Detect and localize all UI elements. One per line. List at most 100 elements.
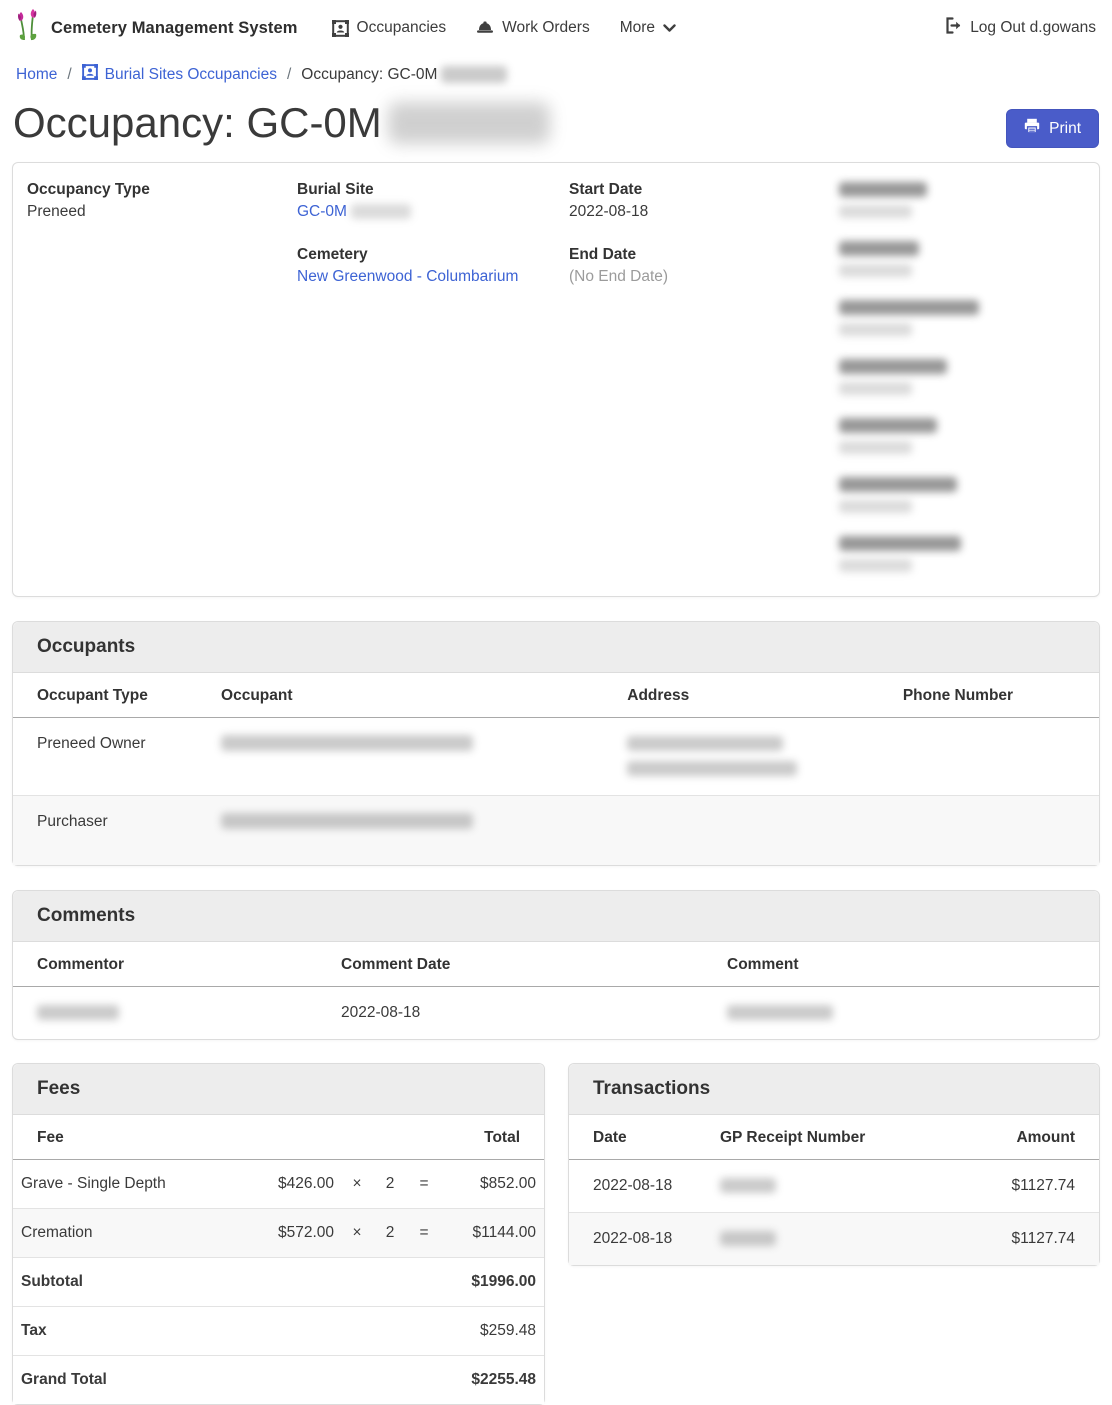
redacted-field	[839, 533, 1085, 577]
redacted-field	[839, 415, 1085, 459]
col-occupant: Occupant	[213, 673, 619, 718]
redacted-text	[720, 1178, 776, 1193]
occupant-cell	[213, 717, 619, 795]
hard-hat-icon	[476, 20, 494, 36]
col-comment: Comment	[719, 942, 1099, 987]
breadcrumb: Home / Burial Sites Occupancies / Occupa…	[0, 56, 1112, 95]
page-title: Occupancy: GC-0M	[13, 97, 550, 150]
redacted-field	[839, 179, 1085, 223]
nav-item-label: More	[620, 19, 655, 37]
col-comment-date: Comment Date	[333, 942, 719, 987]
occupant-type-cell: Preneed Owner	[13, 717, 213, 795]
fee-equals-cell: =	[408, 1208, 440, 1257]
nav-item-work-orders[interactable]: Work Orders	[476, 19, 590, 37]
logout-label: Log Out d.gowans	[970, 19, 1096, 37]
fee-times-cell: ×	[342, 1159, 372, 1208]
field-value: 2022-08-18	[569, 201, 839, 223]
fee-equals-cell: =	[408, 1159, 440, 1208]
grand-total-value: $2255.48	[440, 1355, 544, 1404]
comments-table: Commentor Comment Date Comment 2022-08-1…	[13, 942, 1099, 1039]
logout-icon	[945, 17, 962, 39]
fee-name-cell: Grave - Single Depth	[13, 1159, 247, 1208]
tax-label: Tax	[13, 1306, 247, 1355]
redacted-label	[839, 241, 919, 256]
grand-total-row: Grand Total $2255.48	[13, 1355, 544, 1404]
comments-card: Comments Commentor Comment Date Comment …	[12, 890, 1100, 1040]
top-navbar: Cemetery Management System Occupancies	[0, 0, 1112, 56]
transactions-header-row: Date GP Receipt Number Amount	[569, 1115, 1099, 1160]
occupants-header-row: Occupant Type Occupant Address Phone Num…	[13, 673, 1099, 718]
bottom-row: Fees Fee Total Grave - Single Depth $426…	[12, 1063, 1100, 1405]
burial-site-link[interactable]: GC-0M	[297, 203, 347, 220]
redacted-text	[221, 813, 473, 829]
redacted-field	[839, 356, 1085, 400]
chevron-down-icon	[663, 24, 676, 33]
fees-section-title: Fees	[13, 1064, 544, 1115]
logout-button[interactable]: Log Out d.gowans	[945, 17, 1096, 39]
redacted-text	[441, 66, 507, 83]
redacted-label	[839, 536, 961, 551]
redacted-field	[839, 474, 1085, 518]
col-amount: Amount	[952, 1115, 1099, 1160]
amount-cell: $1127.74	[952, 1159, 1099, 1212]
col-gp-receipt: GP Receipt Number	[712, 1115, 952, 1160]
address-cell	[619, 717, 895, 795]
field-value: New Greenwood - Columbarium	[297, 266, 569, 288]
redacted-label	[839, 359, 947, 374]
occupancy-details-card: Occupancy Type Preneed Burial Site GC-0M…	[12, 162, 1100, 597]
col-commentor: Commentor	[13, 942, 333, 987]
details-col-4-redacted	[839, 179, 1085, 592]
transactions-table: Date GP Receipt Number Amount 2022-08-18…	[569, 1115, 1099, 1265]
table-row: Preneed Owner	[13, 717, 1099, 795]
breadcrumb-home-link[interactable]: Home	[16, 66, 57, 84]
breadcrumb-occupancies-link[interactable]: Burial Sites Occupancies	[82, 64, 277, 85]
redacted-value	[839, 500, 912, 513]
subtotal-label: Subtotal	[13, 1257, 247, 1306]
transaction-date-cell: 2022-08-18	[569, 1212, 712, 1265]
cemetery-link[interactable]: New Greenwood - Columbarium	[297, 268, 518, 285]
redacted-text	[37, 1005, 119, 1020]
redacted-text	[720, 1231, 776, 1246]
occupants-section-title: Occupants	[13, 622, 1099, 673]
redacted-value	[839, 441, 912, 454]
fee-qty-cell: 2	[372, 1159, 408, 1208]
fee-total-cell: $852.00	[440, 1159, 544, 1208]
field-cemetery: Cemetery New Greenwood - Columbarium	[297, 244, 569, 288]
page-header: Occupancy: GC-0M Print	[0, 95, 1112, 162]
col-fee: Fee	[13, 1115, 247, 1160]
nav-item-more[interactable]: More	[620, 19, 676, 37]
occupants-table: Occupant Type Occupant Address Phone Num…	[13, 673, 1099, 865]
nav-item-label: Occupancies	[357, 19, 447, 37]
redacted-label	[839, 477, 957, 492]
commentor-cell	[13, 986, 333, 1039]
table-row: Purchaser	[13, 795, 1099, 865]
transactions-card: Transactions Date GP Receipt Number Amou…	[568, 1063, 1100, 1266]
col-address: Address	[619, 673, 895, 718]
field-end-date: End Date (No End Date)	[569, 244, 839, 288]
redacted-label	[839, 182, 927, 197]
redacted-value	[839, 323, 912, 336]
occupants-card: Occupants Occupant Type Occupant Address…	[12, 621, 1100, 866]
tax-row: Tax $259.48	[13, 1306, 544, 1355]
details-col-1: Occupancy Type Preneed	[27, 179, 297, 592]
table-row: 2022-08-18 $1127.74	[569, 1212, 1099, 1265]
breadcrumb-current: Occupancy: GC-0M	[301, 66, 507, 84]
redacted-text	[351, 204, 411, 219]
print-button-label: Print	[1049, 120, 1081, 138]
print-button[interactable]: Print	[1006, 109, 1099, 148]
nav-item-occupancies[interactable]: Occupancies	[332, 19, 447, 37]
field-value: (No End Date)	[569, 266, 839, 288]
occupant-type-cell: Purchaser	[13, 795, 213, 865]
breadcrumb-separator: /	[287, 66, 291, 84]
subtotal-value: $1996.00	[440, 1257, 544, 1306]
grand-total-label: Grand Total	[13, 1355, 247, 1404]
tax-value: $259.48	[440, 1306, 544, 1355]
redacted-field	[839, 238, 1085, 282]
receipt-cell	[712, 1159, 952, 1212]
nav-links: Occupancies Work Orders More	[332, 19, 677, 37]
amount-cell: $1127.74	[952, 1212, 1099, 1265]
phone-cell	[895, 795, 1099, 865]
details-col-2: Burial Site GC-0M Cemetery New Greenwood…	[297, 179, 569, 592]
app-brand: Cemetery Management System	[16, 9, 298, 48]
redacted-label	[839, 418, 937, 433]
